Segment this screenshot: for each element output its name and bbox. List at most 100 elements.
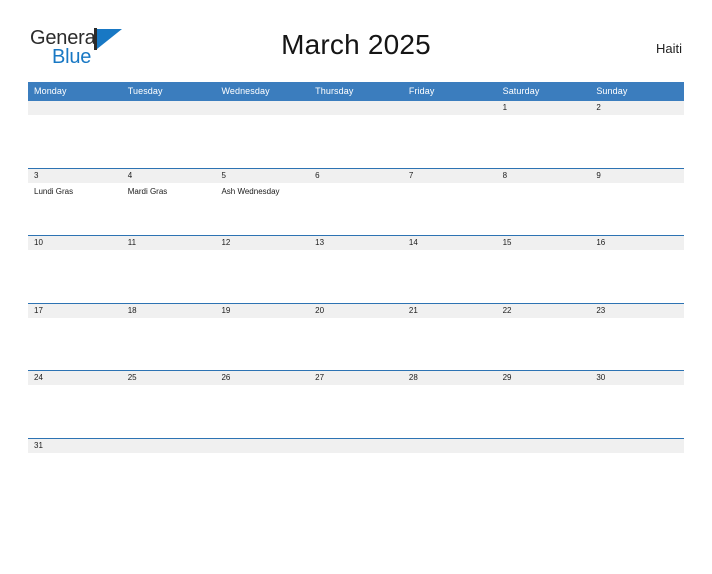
day-number[interactable] (309, 101, 403, 115)
day-events[interactable] (122, 115, 216, 168)
day-number[interactable]: 21 (403, 304, 497, 318)
day-events[interactable] (590, 453, 684, 479)
calendar-page: General Blue March 2025 Haiti Monday Tue… (0, 24, 712, 574)
day-events[interactable] (309, 453, 403, 479)
day-events[interactable]: Lundi Gras (28, 183, 122, 236)
day-events[interactable] (497, 115, 591, 168)
page-title: March 2025 (281, 29, 431, 60)
calendar-week-row: 3 4 5 6 7 8 9 Lundi Gras Mardi Gras Ash … (28, 167, 684, 236)
day-number[interactable] (309, 439, 403, 453)
day-events[interactable] (28, 385, 122, 438)
day-events[interactable] (403, 115, 497, 168)
day-events[interactable] (497, 250, 591, 303)
day-events[interactable] (590, 385, 684, 438)
day-number[interactable]: 7 (403, 169, 497, 183)
day-number[interactable] (590, 439, 684, 453)
day-number[interactable]: 17 (28, 304, 122, 318)
day-events[interactable] (403, 318, 497, 371)
day-number[interactable] (403, 439, 497, 453)
day-number[interactable]: 27 (309, 371, 403, 385)
day-number[interactable] (215, 439, 309, 453)
day-number[interactable]: 30 (590, 371, 684, 385)
day-events[interactable] (309, 318, 403, 371)
day-number[interactable]: 20 (309, 304, 403, 318)
week-date-band: 24 25 26 27 28 29 30 (28, 371, 684, 385)
day-number[interactable] (215, 101, 309, 115)
event-label: Mardi Gras (127, 186, 168, 196)
day-events[interactable] (215, 250, 309, 303)
day-number[interactable]: 14 (403, 236, 497, 250)
day-number[interactable]: 10 (28, 236, 122, 250)
day-events[interactable] (122, 453, 216, 479)
day-events[interactable] (122, 385, 216, 438)
week-date-band: 10 11 12 13 14 15 16 (28, 236, 684, 250)
day-number[interactable]: 22 (497, 304, 591, 318)
day-events[interactable] (590, 115, 684, 168)
day-number[interactable]: 23 (590, 304, 684, 318)
weekday-tuesday: Tuesday (127, 86, 163, 96)
day-number[interactable]: 26 (215, 371, 309, 385)
day-events[interactable] (403, 453, 497, 479)
day-events[interactable] (28, 318, 122, 371)
day-number[interactable]: 5 (215, 169, 309, 183)
day-number[interactable] (122, 439, 216, 453)
day-events[interactable] (122, 318, 216, 371)
day-number[interactable]: 2 (590, 101, 684, 115)
day-events[interactable] (403, 250, 497, 303)
day-events[interactable] (215, 453, 309, 479)
day-events[interactable] (403, 183, 497, 236)
event-label: Ash Wednesday (221, 186, 280, 196)
day-events[interactable] (309, 250, 403, 303)
day-number[interactable]: 28 (403, 371, 497, 385)
weekday-wednesday: Wednesday (221, 86, 270, 96)
day-number[interactable] (497, 439, 591, 453)
day-number[interactable]: 6 (309, 169, 403, 183)
day-events[interactable] (590, 183, 684, 236)
day-events[interactable] (497, 318, 591, 371)
day-events[interactable] (309, 385, 403, 438)
day-number[interactable]: 1 (497, 101, 591, 115)
week-event-band (28, 250, 684, 303)
day-events[interactable] (497, 385, 591, 438)
day-number[interactable]: 12 (215, 236, 309, 250)
day-events[interactable] (28, 453, 122, 479)
day-number[interactable]: 11 (122, 236, 216, 250)
day-number[interactable]: 25 (122, 371, 216, 385)
day-events[interactable] (309, 183, 403, 236)
day-number[interactable]: 4 (122, 169, 216, 183)
day-number[interactable] (122, 101, 216, 115)
day-events[interactable]: Ash Wednesday (215, 183, 309, 236)
week-date-band: 3 4 5 6 7 8 9 (28, 168, 684, 183)
calendar-week-row: 1 2 (28, 101, 684, 168)
event-label: Lundi Gras (34, 186, 74, 196)
day-number[interactable]: 8 (497, 169, 591, 183)
day-number[interactable]: 3 (28, 169, 122, 183)
day-events[interactable] (215, 385, 309, 438)
day-number[interactable]: 9 (590, 169, 684, 183)
day-events[interactable] (497, 183, 591, 236)
day-events[interactable] (590, 318, 684, 371)
day-number[interactable]: 15 (497, 236, 591, 250)
day-number[interactable]: 29 (497, 371, 591, 385)
day-events[interactable] (590, 250, 684, 303)
page-header: General Blue March 2025 Haiti (28, 24, 684, 76)
day-number[interactable]: 24 (28, 371, 122, 385)
day-events[interactable] (309, 115, 403, 168)
day-events[interactable] (403, 385, 497, 438)
day-number[interactable] (28, 101, 122, 115)
day-number[interactable] (403, 101, 497, 115)
day-number[interactable]: 19 (215, 304, 309, 318)
day-events[interactable] (28, 250, 122, 303)
day-number[interactable]: 31 (28, 439, 122, 453)
weekday-header-row: Monday Tuesday Wednesday Thursday Friday… (28, 82, 684, 101)
day-number[interactable]: 16 (590, 236, 684, 250)
day-events[interactable] (215, 115, 309, 168)
day-events[interactable]: Mardi Gras (122, 183, 216, 236)
day-events[interactable] (28, 115, 122, 168)
day-number[interactable]: 18 (122, 304, 216, 318)
day-events[interactable] (122, 250, 216, 303)
day-number[interactable]: 13 (309, 236, 403, 250)
day-events[interactable] (497, 453, 591, 479)
weekday-friday: Friday (408, 86, 435, 96)
day-events[interactable] (215, 318, 309, 371)
